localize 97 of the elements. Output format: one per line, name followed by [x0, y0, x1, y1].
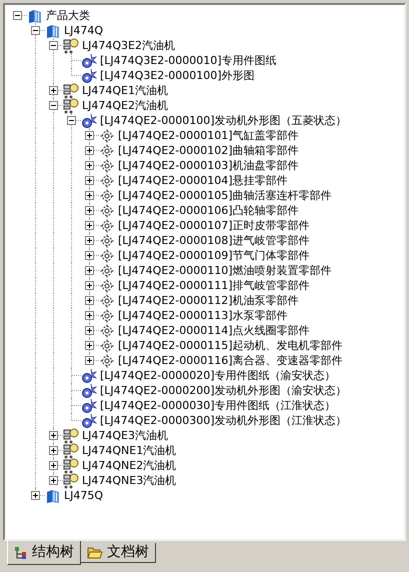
tree-item[interactable]: [LJ474QE2-0000109]节气门体零部件	[117, 249, 311, 262]
document-sparkle-icon	[81, 398, 97, 414]
book-stack-icon	[27, 8, 43, 24]
collapse-toggle[interactable]	[31, 26, 40, 35]
connector-icon	[63, 82, 79, 98]
document-sparkle-icon	[81, 112, 97, 128]
gear-icon	[99, 248, 115, 264]
gear-icon	[99, 202, 115, 218]
expand-toggle[interactable]	[31, 491, 40, 500]
tree-item[interactable]: [LJ474QE2-0000111]排气岐管零部件	[117, 279, 311, 292]
book-stack-icon	[45, 488, 61, 504]
tree-item[interactable]: [LJ474QE2-0000116]离合器、变速器零部件	[117, 354, 344, 367]
expand-toggle[interactable]	[85, 161, 94, 170]
tree-item[interactable]: [LJ474QE2-0000105]曲轴活塞连杆零部件	[117, 189, 333, 202]
gear-icon	[99, 218, 115, 234]
expand-toggle[interactable]	[85, 236, 94, 245]
collapse-toggle[interactable]	[49, 101, 58, 110]
expand-toggle[interactable]	[85, 146, 94, 155]
tree-item[interactable]: LJ474QNE1汽油机	[81, 444, 178, 457]
tree-item[interactable]: LJ474QNE2汽油机	[81, 459, 178, 472]
gear-icon	[99, 292, 115, 308]
expand-toggle[interactable]	[49, 86, 58, 95]
tab[interactable]: 文档树	[81, 543, 156, 563]
expand-toggle[interactable]	[85, 356, 94, 365]
tree-item[interactable]: 产品大类	[45, 9, 91, 22]
tree-item[interactable]: [LJ474QE2-0000103]机油盘零部件	[117, 159, 300, 172]
tree-item[interactable]: [LJ474Q3E2-0000100]外形图	[99, 69, 256, 82]
tree-item[interactable]: [LJ474QE2-0000030]专用件图纸（江淮状态）	[99, 399, 337, 412]
gear-icon	[99, 142, 115, 158]
tree-item[interactable]: [LJ474Q3E2-0000010]专用件图纸	[99, 54, 278, 67]
expand-toggle[interactable]	[85, 131, 94, 140]
connector-icon	[63, 98, 79, 114]
tab[interactable]: 结构树	[7, 541, 81, 565]
tree-item[interactable]: [LJ474QE2-0000101]气缸盖零部件	[117, 129, 300, 142]
tree-item[interactable]: [LJ474QE2-0000300]发动机外形图（江淮状态）	[99, 414, 348, 427]
expand-toggle[interactable]	[85, 281, 94, 290]
gear-icon	[99, 232, 115, 248]
connector-icon	[63, 458, 79, 474]
tree-item[interactable]: LJ474Q	[63, 24, 104, 37]
tree-item[interactable]: [LJ474QE2-0000114]点火线圈零部件	[117, 324, 311, 337]
expand-toggle[interactable]	[85, 266, 94, 275]
connector-icon	[63, 38, 79, 54]
expand-toggle[interactable]	[49, 476, 58, 485]
document-sparkle-icon	[81, 412, 97, 428]
expand-toggle[interactable]	[85, 296, 94, 305]
tree-item[interactable]: [LJ474QE2-0000106]凸轮轴零部件	[117, 204, 300, 217]
tree-structure-icon	[14, 546, 28, 560]
document-sparkle-icon	[81, 52, 97, 68]
expand-toggle[interactable]	[85, 341, 94, 350]
tree-item[interactable]: [LJ474QE2-0000113]水泵零部件	[117, 309, 289, 322]
tree-item[interactable]: [LJ474QE2-0000200]发动机外形图（渝安状态）	[99, 384, 348, 397]
gear-icon	[99, 158, 115, 174]
gear-icon	[99, 262, 115, 278]
expand-toggle[interactable]	[85, 221, 94, 230]
gear-icon	[99, 352, 115, 368]
expand-toggle[interactable]	[49, 461, 58, 470]
collapse-toggle[interactable]	[13, 11, 22, 20]
connector-icon	[63, 428, 79, 444]
collapse-toggle[interactable]	[67, 116, 76, 125]
tree-item[interactable]: [LJ474QE2-0000104]悬挂零部件	[117, 174, 289, 187]
expand-toggle[interactable]	[49, 446, 58, 455]
expand-toggle[interactable]	[85, 326, 94, 335]
expand-toggle[interactable]	[85, 191, 94, 200]
document-sparkle-icon	[81, 382, 97, 398]
tree-item[interactable]: LJ474QE3汽油机	[81, 429, 169, 442]
gear-icon	[99, 322, 115, 338]
expand-toggle[interactable]	[85, 206, 94, 215]
connector-icon	[63, 442, 79, 458]
tree-item[interactable]: [LJ474QE2-0000020]专用件图纸（渝安状态）	[99, 369, 337, 382]
tree-item[interactable]: [LJ474QE2-0000107]正时皮带零部件	[117, 219, 311, 232]
tree-item[interactable]: [LJ474QE2-0000110]燃油喷射装置零部件	[117, 264, 333, 277]
gear-icon	[99, 308, 115, 324]
document-sparkle-icon	[81, 68, 97, 84]
book-stack-icon	[45, 22, 61, 38]
tree-item[interactable]: LJ474Q3E2汽油机	[81, 39, 176, 52]
tree-item[interactable]: LJ474QNE3汽油机	[81, 474, 178, 487]
tree-item[interactable]: [LJ474QE2-0000108]进气岐管零部件	[117, 234, 311, 247]
tree-item[interactable]: LJ474QE1汽油机	[81, 84, 169, 97]
gear-icon	[99, 188, 115, 204]
expand-toggle[interactable]	[85, 311, 94, 320]
tree-item[interactable]: [LJ474QE2-0000100]发动机外形图（五菱状态）	[99, 114, 348, 127]
expand-toggle[interactable]	[85, 176, 94, 185]
gear-icon	[99, 278, 115, 294]
connector-icon	[63, 472, 79, 488]
expand-toggle[interactable]	[85, 251, 94, 260]
tree-item[interactable]: LJ474QE2汽油机	[81, 99, 169, 112]
gear-icon	[99, 128, 115, 144]
expand-toggle[interactable]	[49, 431, 58, 440]
tree-item[interactable]: [LJ474QE2-0000112]机油泵零部件	[117, 294, 300, 307]
tree-item[interactable]: LJ475Q	[63, 489, 104, 502]
gear-icon	[99, 172, 115, 188]
document-sparkle-icon	[81, 368, 97, 384]
tree-item[interactable]: [LJ474QE2-0000102]曲轴箱零部件	[117, 144, 300, 157]
collapse-toggle[interactable]	[49, 41, 58, 50]
gear-icon	[99, 338, 115, 354]
folder-icon	[87, 546, 103, 560]
tree-item[interactable]: [LJ474QE2-0000115]起动机、发电机零部件	[117, 339, 344, 352]
